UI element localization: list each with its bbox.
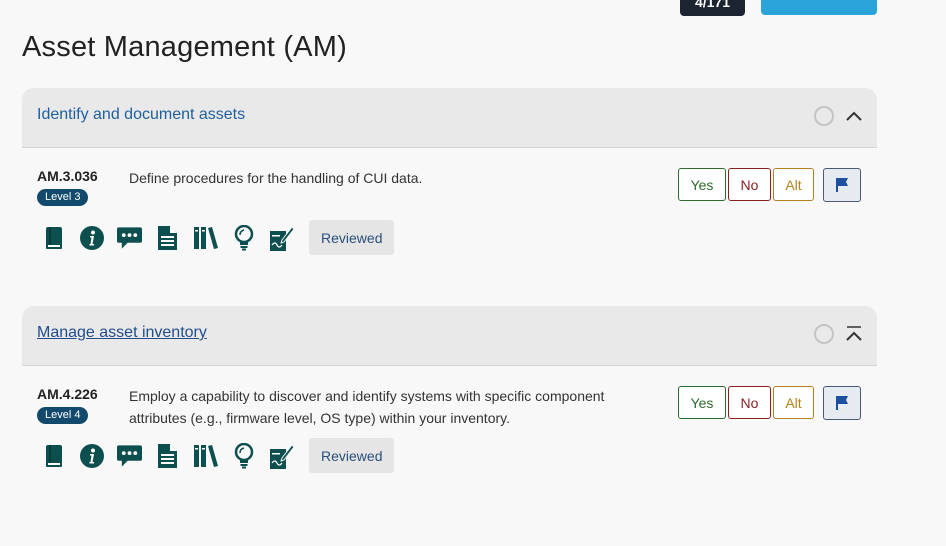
practice-id: AM.4.226 xyxy=(37,386,98,402)
book-icon[interactable] xyxy=(41,443,66,468)
practice-item: AM.4.226 Level 4 Employ a capability to … xyxy=(22,366,877,516)
lightbulb-icon[interactable] xyxy=(231,442,256,468)
section-header[interactable]: Identify and document assets xyxy=(22,88,877,148)
flag-button[interactable] xyxy=(823,168,861,202)
yes-button[interactable]: Yes xyxy=(678,168,726,201)
yes-button[interactable]: Yes xyxy=(678,386,726,419)
alt-button[interactable]: Alt xyxy=(773,168,814,201)
section-manage-inventory: Manage asset inventory AM.4.226 Level 4 … xyxy=(22,306,877,516)
tool-row: Reviewed xyxy=(41,220,395,255)
flag-button[interactable] xyxy=(823,386,861,420)
no-button[interactable]: No xyxy=(728,168,771,201)
page-title: Asset Management (AM) xyxy=(22,31,347,63)
sign-icon[interactable] xyxy=(269,443,294,469)
section-header[interactable]: Manage asset inventory xyxy=(22,306,877,366)
practice-id: AM.3.036 xyxy=(37,168,98,184)
info-icon[interactable] xyxy=(79,443,104,468)
library-icon[interactable] xyxy=(193,443,218,468)
top-action-button[interactable] xyxy=(761,0,877,15)
tool-row: Reviewed xyxy=(41,438,395,473)
reviewed-button[interactable]: Reviewed xyxy=(309,220,395,255)
question-counter: 4/171 xyxy=(680,0,745,16)
level-badge: Level 4 xyxy=(37,407,89,424)
reviewed-button[interactable]: Reviewed xyxy=(309,438,395,473)
answer-group: Yes No Alt xyxy=(678,168,814,201)
level-badge: Level 3 xyxy=(37,189,89,206)
info-icon[interactable] xyxy=(79,225,104,250)
chevron-up-icon[interactable] xyxy=(845,109,863,123)
comment-icon[interactable] xyxy=(117,443,142,468)
section-identify-assets: Identify and document assets AM.3.036 Le… xyxy=(22,88,877,298)
section-title[interactable]: Manage asset inventory xyxy=(37,324,207,342)
flag-icon xyxy=(836,178,848,192)
alt-button[interactable]: Alt xyxy=(773,386,814,419)
lightbulb-icon[interactable] xyxy=(231,224,256,250)
comment-icon[interactable] xyxy=(117,225,142,250)
status-circle-icon xyxy=(814,106,834,126)
library-icon[interactable] xyxy=(193,225,218,250)
practice-item: AM.3.036 Level 3 Define procedures for t… xyxy=(22,148,877,298)
book-icon[interactable] xyxy=(41,225,66,250)
flag-icon xyxy=(836,396,848,410)
practice-text: Define procedures for the handling of CU… xyxy=(129,170,423,186)
answer-group: Yes No Alt xyxy=(678,386,814,419)
no-button[interactable]: No xyxy=(728,386,771,419)
document-icon[interactable] xyxy=(155,225,180,250)
sign-icon[interactable] xyxy=(269,225,294,251)
section-title[interactable]: Identify and document assets xyxy=(37,106,245,124)
practice-text: Employ a capability to discover and iden… xyxy=(129,388,605,426)
document-icon[interactable] xyxy=(155,443,180,468)
status-circle-icon xyxy=(814,324,834,344)
chevron-up-icon[interactable] xyxy=(845,324,863,342)
